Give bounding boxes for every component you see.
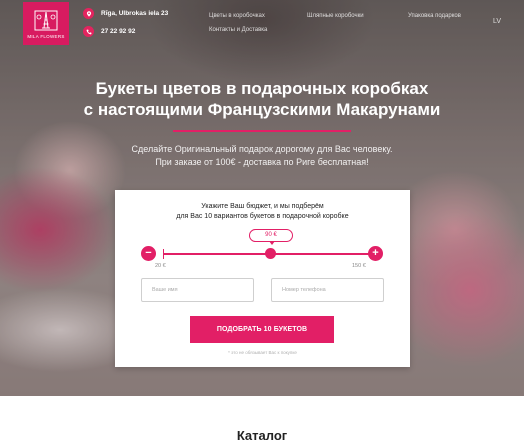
form-note: * это не обязывает Вас к покупке bbox=[228, 350, 297, 355]
form-title-line-2: для Вас 10 вариантов букетов в подарочно… bbox=[176, 212, 349, 220]
map-pin-icon bbox=[83, 8, 94, 19]
budget-max-label: 150 € bbox=[352, 263, 366, 269]
nav-contacts-delivery[interactable]: Контакты и Доставка bbox=[209, 27, 267, 33]
phone-icon bbox=[83, 26, 94, 37]
submit-button[interactable]: ПОДОБРАТЬ 10 БУКЕТОВ bbox=[190, 316, 334, 343]
address-text: Rīga, Ulbrokas iela 23 bbox=[101, 10, 169, 17]
phone-text: 27 22 92 92 bbox=[101, 28, 136, 35]
nav-flowers-in-boxes[interactable]: Цветы в коробочках bbox=[209, 13, 265, 19]
title-divider bbox=[173, 130, 351, 132]
budget-min-label: 20 € bbox=[155, 263, 166, 269]
increase-budget-button[interactable]: + bbox=[368, 246, 383, 261]
title-line-2: с настоящими Французскими Макарунами bbox=[83, 100, 441, 119]
form-title: Укажите Ваш бюджет, и мы подберём для Ва… bbox=[115, 202, 410, 221]
nav-hat-boxes[interactable]: Шляпные коробочки bbox=[307, 13, 364, 19]
subtitle-line-1: Сделайте Оригинальный подарок дорогому д… bbox=[131, 144, 393, 154]
name-input[interactable] bbox=[141, 278, 254, 302]
nav-gift-wrapping[interactable]: Упаковка подарков bbox=[408, 13, 461, 19]
budget-value-label: 90 € bbox=[249, 229, 293, 245]
phone[interactable]: 27 22 92 92 bbox=[83, 26, 135, 37]
eiffel-tower-icon bbox=[34, 10, 58, 31]
decrease-budget-button[interactable]: − bbox=[141, 246, 156, 261]
subtitle-line-2: При заказе от 100€ - доставка по Риге бе… bbox=[155, 157, 369, 167]
page-title: Букеты цветов в подарочных коробках с на… bbox=[0, 78, 524, 120]
form-title-line-1: Укажите Ваш бюджет, и мы подберём bbox=[201, 203, 324, 210]
hero-section: MILA FLOWERS Rīga, Ulbrokas iela 23 27 2… bbox=[0, 0, 524, 396]
budget-form: Укажите Ваш бюджет, и мы подберём для Ва… bbox=[115, 190, 410, 367]
hero-subtitle: Сделайте Оригинальный подарок дорогому д… bbox=[0, 143, 524, 169]
title-line-1: Букеты цветов в подарочных коробках bbox=[95, 79, 429, 98]
budget-slider-thumb[interactable] bbox=[265, 248, 276, 259]
address[interactable]: Rīga, Ulbrokas iela 23 bbox=[83, 8, 168, 19]
catalog-heading: Каталог bbox=[236, 428, 288, 441]
logo-text: MILA FLOWERS bbox=[27, 34, 65, 39]
language-switch[interactable]: LV bbox=[493, 18, 501, 25]
phone-input[interactable] bbox=[271, 278, 384, 302]
logo[interactable]: MILA FLOWERS bbox=[23, 2, 69, 45]
